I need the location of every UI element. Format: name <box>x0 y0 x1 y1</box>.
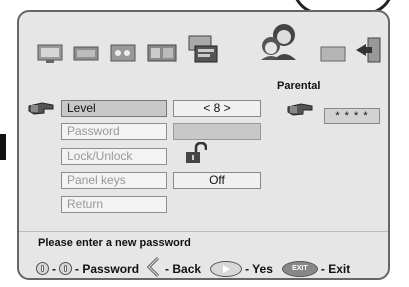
exit-key-icon: EXIT <box>281 260 318 277</box>
menu-item-lock-unlock[interactable]: Lock/Unlock <box>61 148 167 165</box>
password-hint: - Password <box>75 261 140 276</box>
exit-menu-icon[interactable] <box>354 36 382 64</box>
menu-item-password[interactable]: Password <box>61 123 167 140</box>
screen-icon[interactable] <box>320 44 346 64</box>
help-divider <box>19 231 388 232</box>
level-value[interactable]: < 8 > <box>173 100 261 117</box>
help-legend: - - Password - Back - Yes EXIT - Exit <box>36 256 386 281</box>
tv-menu-screen: Parental Level Password Lock/Unlock Pane… <box>17 10 390 280</box>
panel-keys-value[interactable]: Off <box>173 172 261 189</box>
side-marker <box>0 134 6 160</box>
sound-icon[interactable] <box>73 44 99 64</box>
digit-nine-key-icon <box>59 262 72 275</box>
right-arrow-key-icon <box>210 260 243 277</box>
parental-label: Parental <box>277 80 321 92</box>
channels-icon[interactable] <box>147 42 177 64</box>
digit-zero-key-icon <box>36 262 49 275</box>
unlocked-padlock-icon <box>185 141 208 164</box>
hand-pointer-icon <box>28 100 54 116</box>
picture-icon[interactable] <box>37 42 63 64</box>
range-dash: - <box>52 261 56 276</box>
menu-item-return[interactable]: Return <box>61 196 167 213</box>
back-hint: - Back <box>165 261 202 276</box>
password-mask-display: * * * * <box>324 108 380 124</box>
teletext-icon[interactable] <box>187 34 219 64</box>
yes-hint: - Yes <box>245 261 273 276</box>
options-icon[interactable] <box>110 43 136 63</box>
exit-hint: - Exit <box>320 261 351 276</box>
hand-pointer-icon <box>287 101 313 117</box>
parental-icon[interactable] <box>259 22 299 62</box>
menu-item-level[interactable]: Level <box>61 100 167 117</box>
help-title: Please enter a new password <box>38 237 191 249</box>
menu-item-panel-keys[interactable]: Panel keys <box>61 172 167 189</box>
password-value <box>173 123 261 140</box>
back-arrow-icon <box>146 256 162 281</box>
